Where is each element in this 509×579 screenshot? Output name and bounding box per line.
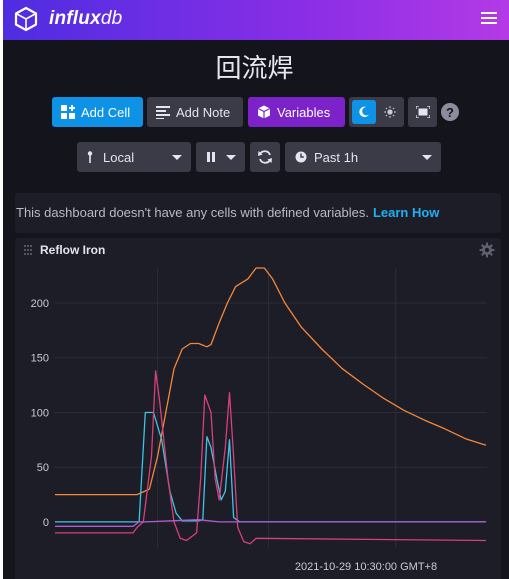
expand-icon (415, 106, 430, 118)
window-edge (0, 0, 3, 579)
pin-icon (87, 151, 93, 163)
presentation-mode-button[interactable] (408, 97, 437, 127)
notice-text: This dashboard doesn't have any cells wi… (16, 205, 369, 220)
y-tick-label: 50 (37, 462, 49, 474)
line-chart[interactable]: 200 150 100 50 0 2021-10-29 10:30:00 GMT+8 (15, 238, 501, 579)
y-tick-label: 0 (43, 517, 49, 529)
refresh-button[interactable] (250, 142, 280, 172)
add-cell-button[interactable]: Add Cell (52, 97, 143, 127)
time-range-value: Past 1h (314, 149, 359, 165)
add-note-label: Add Note (176, 104, 231, 120)
add-cell-label: Add Cell (81, 104, 131, 120)
timezone-dropdown[interactable]: Local (77, 142, 191, 172)
light-mode-button[interactable] (379, 100, 401, 124)
note-icon (156, 105, 170, 119)
dashboard-title[interactable]: 回流焊 (0, 48, 509, 85)
variables-notice-bar: This dashboard doesn't have any cells wi… (15, 193, 501, 233)
dark-mode-button[interactable] (352, 100, 376, 124)
sun-icon (384, 106, 396, 118)
theme-toggle (349, 97, 404, 127)
learn-how-link[interactable]: Learn How (373, 205, 439, 220)
pause-icon (207, 152, 215, 162)
moon-icon (359, 106, 369, 118)
logo-wordmark: influxdb (49, 8, 123, 29)
top-navigation-bar: influxdb (3, 0, 509, 40)
add-cell-icon (61, 105, 75, 119)
cube-icon (257, 105, 271, 119)
chevron-down-icon (172, 155, 182, 160)
influxdb-logo-icon (14, 6, 38, 32)
series-line-1 (55, 267, 487, 496)
refresh-icon (258, 150, 272, 164)
menu-bar-icon (481, 22, 497, 24)
variables-label: Variables (277, 104, 331, 120)
clock-icon (295, 151, 307, 163)
add-note-button[interactable]: Add Note (147, 97, 243, 127)
timezone-value: Local (103, 149, 135, 165)
hamburger-menu-button[interactable] (481, 9, 499, 29)
autorefresh-dropdown[interactable] (196, 142, 245, 172)
chevron-down-icon (226, 155, 236, 160)
y-tick-label: 200 (31, 298, 49, 310)
menu-bar-icon (481, 12, 497, 14)
time-range-dropdown[interactable]: Past 1h (285, 142, 441, 172)
variables-button[interactable]: Variables (248, 97, 345, 127)
help-icon[interactable]: ? (441, 103, 459, 121)
y-tick-label: 150 (31, 353, 49, 365)
menu-bar-icon (481, 17, 497, 19)
x-tick-label: 2021-10-29 10:30:00 GMT+8 (295, 561, 437, 573)
dashboard-cell: Reflow Iron 200 150 100 50 0 2021-10-29 10:30… (15, 238, 501, 579)
series-line-4 (55, 519, 486, 527)
series-line-3 (55, 370, 487, 545)
y-tick-label: 100 (31, 407, 49, 419)
chevron-down-icon (422, 155, 432, 160)
